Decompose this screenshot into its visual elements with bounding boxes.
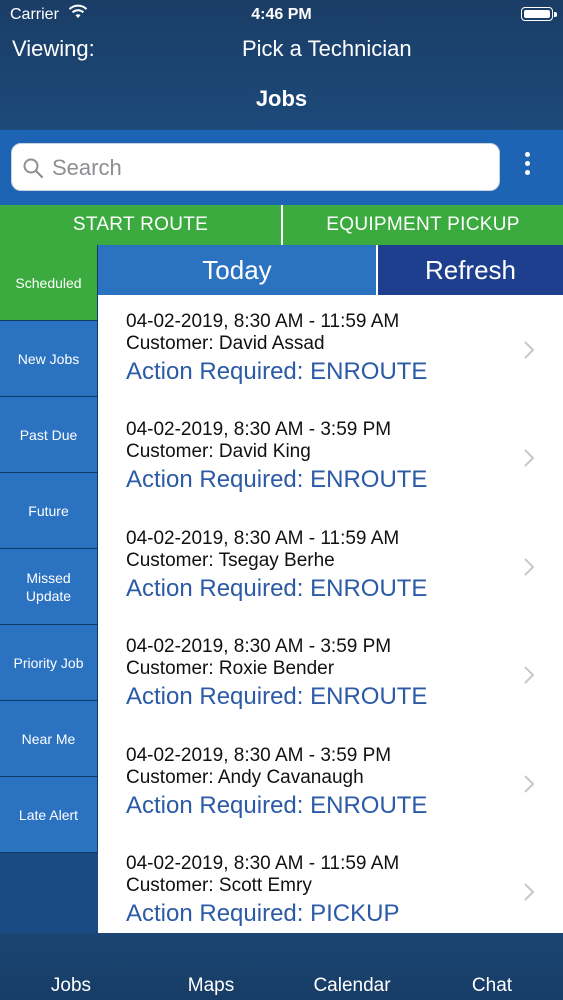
refresh-button[interactable]: Refresh	[378, 245, 563, 295]
job-datetime: 04-02-2019, 8:30 AM - 3:59 PM	[126, 636, 392, 657]
chevron-right-icon	[524, 341, 535, 359]
date-tabs: Today Refresh	[98, 245, 563, 295]
page-title: Jobs	[255, 86, 308, 111]
job-action-required: Action Required: ENROUTE	[126, 792, 428, 819]
job-datetime: 04-02-2019, 8:30 AM - 11:59 AM	[126, 311, 400, 332]
job-action-required: Action Required: ENROUTE	[126, 683, 428, 710]
job-customer: Customer: Tsegay Berhe	[126, 550, 335, 571]
chevron-right-icon	[524, 883, 535, 901]
job-action-required: Action Required: PICKUP	[126, 900, 400, 927]
job-row[interactable]: 04-02-2019, 8:30 AM - 11:59 AM Customer:…	[98, 837, 563, 933]
sidebar-item-scheduled[interactable]: Scheduled	[0, 245, 98, 321]
job-customer: Customer: Roxie Bender	[126, 658, 335, 679]
battery-icon	[521, 7, 557, 21]
tab-calendar[interactable]: Calendar	[282, 975, 422, 997]
chevron-right-icon	[524, 775, 535, 793]
bottom-tab-bar: Jobs Maps Calendar Chat	[0, 933, 563, 1000]
chevron-right-icon	[524, 558, 535, 576]
sidebar-item-future[interactable]: Future	[0, 473, 98, 549]
job-customer: Customer: Andy Cavanaugh	[126, 767, 364, 788]
filter-sidebar: Scheduled New Jobs Past Due Future Misse…	[0, 245, 98, 933]
search-box[interactable]	[11, 143, 500, 191]
job-action-required: Action Required: ENROUTE	[126, 466, 428, 493]
job-row[interactable]: 04-02-2019, 8:30 AM - 3:59 PM Customer: …	[98, 620, 563, 728]
sidebar-item-near-me[interactable]: Near Me	[0, 701, 98, 777]
job-row[interactable]: 04-02-2019, 8:30 AM - 3:59 PM Customer: …	[98, 729, 563, 837]
job-row[interactable]: 04-02-2019, 8:30 AM - 11:59 AM Customer:…	[98, 295, 563, 403]
tab-jobs[interactable]: Jobs	[1, 975, 141, 997]
sidebar-item-new-jobs[interactable]: New Jobs	[0, 321, 98, 397]
search-bar	[0, 130, 563, 205]
clock: 4:46 PM	[251, 6, 312, 23]
app-header: Carrier 4:46 PM Viewing: Pick a Technici…	[0, 0, 563, 130]
tab-chat[interactable]: Chat	[422, 975, 562, 997]
job-datetime: 04-02-2019, 8:30 AM - 3:59 PM	[126, 745, 392, 766]
job-datetime: 04-02-2019, 8:30 AM - 11:59 AM	[126, 853, 400, 874]
job-action-required: Action Required: ENROUTE	[126, 358, 428, 385]
viewing-label: Viewing:	[12, 36, 95, 61]
job-datetime: 04-02-2019, 8:30 AM - 3:59 PM	[126, 419, 392, 440]
job-row[interactable]: 04-02-2019, 8:30 AM - 11:59 AM Customer:…	[98, 512, 563, 620]
job-row[interactable]: 04-02-2019, 8:30 AM - 3:59 PM Customer: …	[98, 403, 563, 511]
job-action-required: Action Required: ENROUTE	[126, 575, 428, 602]
job-customer: Customer: David Assad	[126, 333, 325, 354]
tab-maps[interactable]: Maps	[141, 975, 281, 997]
sidebar-item-missed-update[interactable]: Missed Update	[0, 549, 98, 625]
search-icon	[23, 158, 44, 179]
job-list: 04-02-2019, 8:30 AM - 11:59 AM Customer:…	[98, 295, 563, 933]
sidebar-item-past-due[interactable]: Past Due	[0, 397, 98, 473]
job-customer: Customer: Scott Emry	[126, 875, 312, 896]
start-route-button[interactable]: START ROUTE	[0, 205, 281, 245]
sidebar-item-late-alert[interactable]: Late Alert	[0, 777, 98, 853]
sidebar-item-priority-job[interactable]: Priority Job	[0, 625, 98, 701]
job-customer: Customer: David King	[126, 441, 311, 462]
job-datetime: 04-02-2019, 8:30 AM - 11:59 AM	[126, 528, 400, 549]
more-options-icon[interactable]	[512, 148, 542, 188]
status-bar: Carrier 4:46 PM	[0, 0, 563, 30]
technician-picker[interactable]: Pick a Technician	[242, 36, 412, 62]
chevron-right-icon	[524, 666, 535, 684]
search-input[interactable]	[52, 152, 482, 184]
equipment-pickup-button[interactable]: EQUIPMENT PICKUP	[283, 205, 563, 245]
action-row: START ROUTE EQUIPMENT PICKUP	[0, 205, 563, 245]
today-tab[interactable]: Today	[98, 245, 378, 295]
chevron-right-icon	[524, 449, 535, 467]
